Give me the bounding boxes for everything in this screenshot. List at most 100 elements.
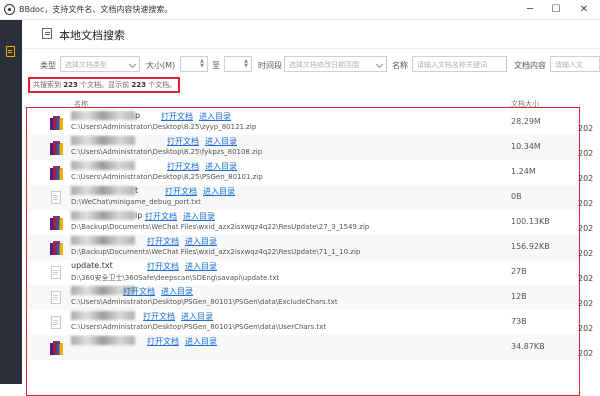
type-select[interactable]: 选择文档类型 xyxy=(60,56,140,72)
app-logo-icon xyxy=(4,4,15,15)
date-cell: 202 xyxy=(578,249,594,258)
zip-archive-icon xyxy=(50,116,63,130)
open-document-link[interactable]: 打开文档 xyxy=(165,186,197,197)
file-name[interactable] xyxy=(71,336,135,345)
file-name[interactable] xyxy=(71,311,135,320)
result-row[interactable]: p 打开文档 进入目录 C:\Users\Administrator\Deskt… xyxy=(27,110,579,135)
date-range-placeholder: 选择文档修改日期范围 xyxy=(289,61,359,69)
redacted-name xyxy=(71,161,135,170)
name-label: 名称 xyxy=(392,61,408,70)
size-min-input[interactable]: ▲ ▼ xyxy=(180,56,208,72)
open-document-link[interactable]: 打开文档 xyxy=(147,236,179,247)
result-row[interactable]: 打开文档 进入目录 C:\Users\Administrator\Desktop… xyxy=(27,285,579,310)
result-row[interactable]: update.txt 打开文档 进入目录 D:\360安全卫士\360Safe\… xyxy=(27,260,579,285)
open-document-link[interactable]: 打开文档 xyxy=(167,161,199,172)
size-min-stepper[interactable]: ▲ ▼ xyxy=(199,59,205,69)
redacted-name xyxy=(71,211,135,220)
result-row[interactable]: 打开文档 进入目录 C:\Users\Administrator\Desktop… xyxy=(27,160,579,185)
redacted-name xyxy=(71,111,135,120)
date-range-picker[interactable]: 选择文档修改日期范围 xyxy=(284,56,387,72)
file-name[interactable] xyxy=(71,236,135,245)
file-size: 28.29M xyxy=(511,117,541,126)
file-name[interactable]: p xyxy=(71,111,140,120)
open-directory-link[interactable]: 进入目录 xyxy=(183,211,215,222)
zip-archive-icon xyxy=(50,341,63,355)
open-document-link[interactable]: 打开文档 xyxy=(145,211,177,222)
result-row[interactable]: 打开文档 进入目录 C:\Users\Administrator\Desktop… xyxy=(27,310,579,335)
file-path: D:\WeChat\minigame_debug_port.txt xyxy=(71,198,201,206)
redacted-name xyxy=(71,311,135,320)
date-cell: 202 xyxy=(578,124,594,133)
size-max-stepper[interactable]: ▲ ▼ xyxy=(243,59,249,69)
text-file-icon xyxy=(51,316,61,329)
result-row[interactable]: 打开文档 进入目录 D:\Backup\Documents\WeChat Fil… xyxy=(27,235,579,260)
open-directory-link[interactable]: 进入目录 xyxy=(199,111,231,122)
open-document-link[interactable]: 打开文档 xyxy=(167,136,199,147)
result-row[interactable]: t 打开文档 进入目录 D:\WeChat\minigame_debug_por… xyxy=(27,185,579,210)
time-label: 时间段 xyxy=(258,61,282,70)
date-cell: 202 xyxy=(578,224,594,233)
open-directory-link[interactable]: 进入目录 xyxy=(205,136,237,147)
document-icon xyxy=(42,28,52,39)
open-document-link[interactable]: 打开文档 xyxy=(147,336,179,347)
zip-archive-icon xyxy=(50,241,63,255)
text-file-icon xyxy=(51,291,61,304)
open-directory-link[interactable]: 进入目录 xyxy=(185,261,217,272)
date-cell: 202 xyxy=(578,324,594,333)
date-cell: 202 xyxy=(578,199,594,208)
close-button[interactable]: ✕ xyxy=(574,2,594,18)
file-path: D:\Backup\Documents\WeChat Files\wxid_az… xyxy=(71,223,370,231)
file-size: 10.34M xyxy=(511,142,541,151)
file-path: C:\Users\Administrator\Desktop\PSGen_801… xyxy=(71,298,338,306)
size-to-label: 至 xyxy=(212,61,220,70)
open-directory-link[interactable]: 进入目录 xyxy=(181,311,213,322)
size-max-input[interactable]: ▲ ▼ xyxy=(224,56,252,72)
type-label: 类型 xyxy=(40,61,56,70)
file-name[interactable]: t xyxy=(71,186,138,195)
filter-bar: 类型 选择文档类型 大小(M) ▲ ▼ 至 ▲ ▼ 时间段 选择文档修改日期范围 名… xyxy=(22,56,600,76)
chevron-down-icon xyxy=(128,60,137,69)
name-search-input[interactable]: 请输入文档名称关键词 xyxy=(412,56,507,72)
title-bar: BBdoc，支持文件名、文档内容快速搜索。 ─ ☐ ✕ xyxy=(0,0,600,20)
sidebar xyxy=(0,20,22,384)
file-size: 100.13KB xyxy=(511,217,550,226)
file-size: 73B xyxy=(511,317,527,326)
result-row[interactable]: 打开文档 进入目录 34.87KB xyxy=(27,335,579,360)
file-name[interactable] xyxy=(71,136,135,145)
file-path: D:\Backup\Documents\WeChat Files\wxid_az… xyxy=(71,248,361,256)
file-path: C:\Users\Administrator\Desktop\PSGen_801… xyxy=(71,323,327,331)
file-path: D:\360安全卫士\360Safe\deepscan\SDEng\savapi… xyxy=(71,274,280,282)
open-document-link[interactable]: 打开文档 xyxy=(123,286,155,297)
date-cell: 202 xyxy=(578,149,594,158)
results-list: p 打开文档 进入目录 C:\Users\Administrator\Deskt… xyxy=(26,107,580,396)
open-document-link[interactable]: 打开文档 xyxy=(161,111,193,122)
result-row[interactable]: ip 打开文档 进入目录 D:\Backup\Documents\WeChat … xyxy=(27,210,579,235)
content-label: 文档内容 xyxy=(514,61,546,70)
redacted-name xyxy=(71,236,135,245)
zip-archive-icon xyxy=(50,141,63,155)
maximize-button[interactable]: ☐ xyxy=(546,2,566,18)
file-size: 0B xyxy=(511,192,522,201)
file-size: 34.87KB xyxy=(511,342,545,351)
file-size: 1.24M xyxy=(511,167,536,176)
result-summary: 共搜索到 223 个文档。显示前 223 个文档。 xyxy=(28,77,180,93)
zip-archive-icon xyxy=(50,216,63,230)
main-panel: 本地文档搜索 类型 选择文档类型 大小(M) ▲ ▼ 至 ▲ ▼ 时间段 选择文档修… xyxy=(22,20,600,396)
file-name[interactable]: ip xyxy=(71,211,142,220)
redacted-name xyxy=(71,186,135,195)
open-directory-link[interactable]: 进入目录 xyxy=(185,336,217,347)
date-cell: 202 xyxy=(578,174,594,183)
minimize-button[interactable]: ─ xyxy=(520,2,540,18)
open-directory-link[interactable]: 进入目录 xyxy=(203,186,235,197)
file-name[interactable]: update.txt xyxy=(71,261,113,270)
file-name[interactable] xyxy=(71,161,135,170)
open-document-link[interactable]: 打开文档 xyxy=(147,261,179,272)
open-directory-link[interactable]: 进入目录 xyxy=(161,286,193,297)
open-document-link[interactable]: 打开文档 xyxy=(143,311,175,322)
file-path: C:\Users\Administrator\Desktop\8.25\PSGe… xyxy=(71,173,263,181)
content-search-input[interactable]: 请输入文 xyxy=(550,56,600,72)
result-row[interactable]: 打开文档 进入目录 C:\Users\Administrator\Desktop… xyxy=(27,135,579,160)
open-directory-link[interactable]: 进入目录 xyxy=(205,161,237,172)
document-search-icon[interactable] xyxy=(6,46,15,57)
open-directory-link[interactable]: 进入目录 xyxy=(185,236,217,247)
